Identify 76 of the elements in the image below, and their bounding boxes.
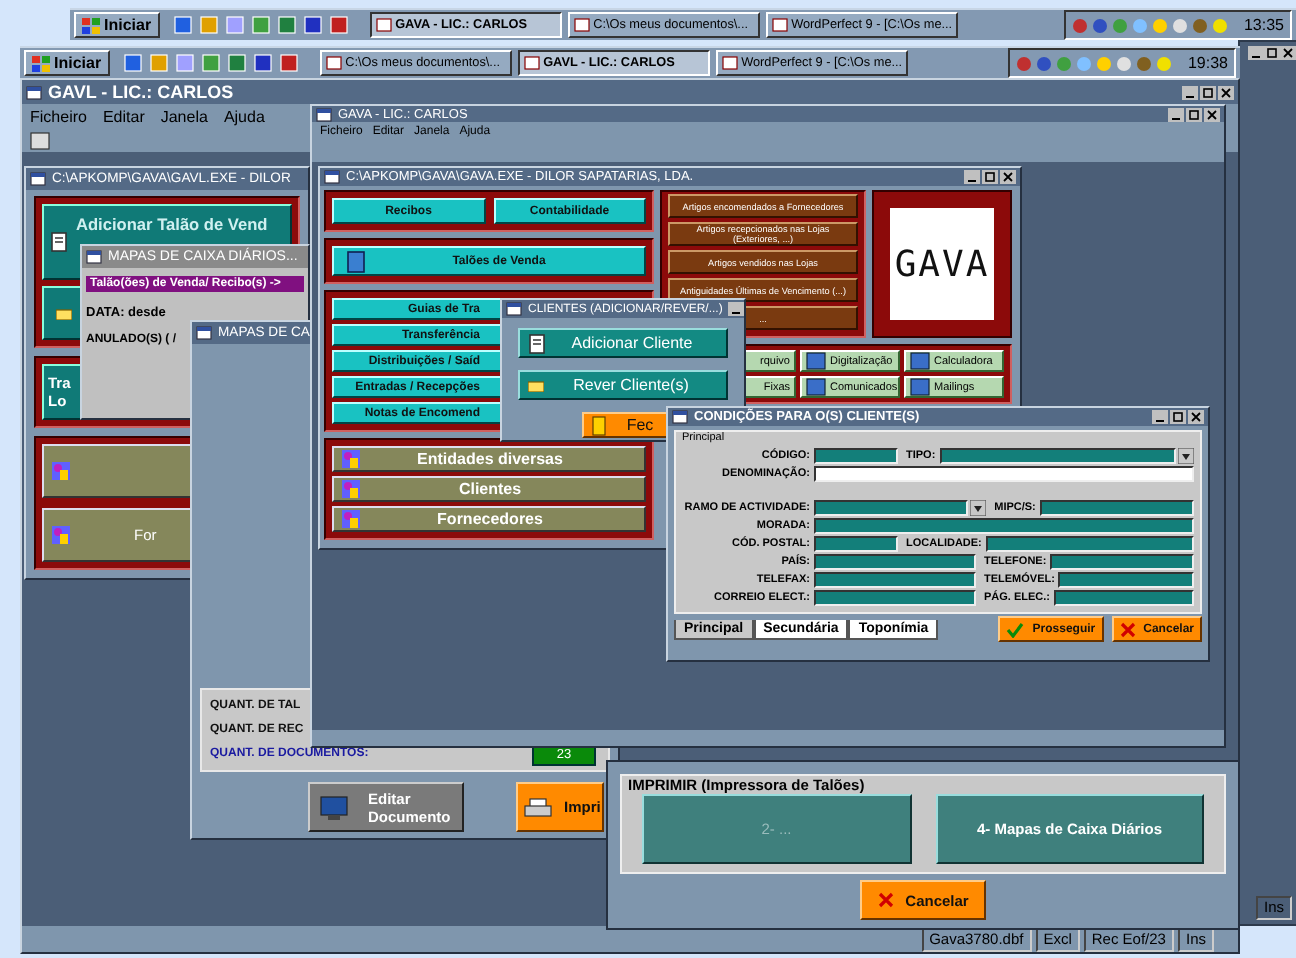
- input-field[interactable]: [814, 518, 1194, 534]
- minimize-button[interactable]: [1152, 410, 1168, 424]
- menu-item[interactable]: Ajuda: [223, 107, 265, 125]
- window-icon: [672, 410, 688, 424]
- close-button[interactable]: [1000, 170, 1016, 184]
- app-icon: [771, 18, 788, 32]
- document-icon: [50, 232, 68, 252]
- dropdown-button[interactable]: [1178, 448, 1194, 464]
- document-icon: [528, 333, 546, 353]
- menu-item[interactable]: Janela: [160, 107, 208, 125]
- app-icon: [325, 56, 342, 70]
- folder-icon: [528, 379, 544, 391]
- minimize-button[interactable]: [964, 170, 980, 184]
- menu-button[interactable]: Fornecedores: [332, 506, 646, 532]
- input-field[interactable]: [939, 448, 1176, 464]
- app-icon: [375, 18, 392, 32]
- people-icon: [342, 510, 360, 528]
- maximize-button[interactable]: [1264, 46, 1280, 60]
- input-field[interactable]: [1058, 572, 1194, 588]
- input-field[interactable]: [814, 466, 1194, 482]
- menu-item[interactable]: Editar: [102, 107, 145, 125]
- input-field[interactable]: [814, 572, 976, 588]
- window-icon: [324, 170, 340, 184]
- people-icon: [342, 480, 360, 498]
- minimize-button[interactable]: [728, 302, 744, 316]
- minimize-button[interactable]: [1182, 85, 1198, 99]
- window-title: GAVL - LIC.: CARLOS: [48, 82, 234, 102]
- minimize-button[interactable]: [1168, 107, 1184, 121]
- folder-icon: [56, 307, 72, 319]
- maximize-button[interactable]: [1170, 410, 1186, 424]
- window-icon: [26, 85, 42, 99]
- maximize-button[interactable]: [982, 170, 998, 184]
- minimize-button[interactable]: [1248, 46, 1264, 60]
- input-field[interactable]: [1050, 554, 1194, 570]
- add-client-button[interactable]: Adicionar Cliente: [518, 328, 728, 358]
- input-field[interactable]: [985, 536, 1194, 552]
- input-field[interactable]: [1054, 590, 1194, 606]
- window-icon: [316, 107, 332, 121]
- logo-text: GAVA: [890, 208, 994, 320]
- close-button[interactable]: [1218, 85, 1234, 99]
- monitor-icon: [320, 795, 348, 819]
- app-icon: [523, 56, 540, 70]
- window-icon: [86, 250, 102, 264]
- book-icon: [346, 249, 366, 273]
- input-field[interactable]: [814, 536, 898, 552]
- window-icon: [196, 326, 212, 340]
- close-button[interactable]: [1280, 46, 1296, 60]
- people-icon: [52, 526, 70, 544]
- windows-logo-icon: [32, 55, 50, 71]
- window-icon: [506, 302, 522, 316]
- close-button[interactable]: [1204, 107, 1220, 121]
- app-icon: [721, 56, 738, 70]
- menu-item[interactable]: Ficheiro: [30, 107, 87, 125]
- menu-button[interactable]: Clientes: [332, 476, 646, 502]
- window-icon: [30, 172, 46, 186]
- windows-logo-icon: [82, 17, 100, 33]
- door-icon: [592, 415, 607, 435]
- dropdown-button[interactable]: [970, 500, 987, 516]
- input-field[interactable]: [814, 554, 976, 570]
- close-button[interactable]: [1188, 410, 1204, 424]
- clock: 13:35: [1243, 16, 1284, 34]
- app-icon: [573, 18, 590, 32]
- input-field[interactable]: [1039, 500, 1194, 516]
- x-icon: [1119, 621, 1136, 637]
- input-field[interactable]: [814, 590, 976, 606]
- check-icon: [1006, 621, 1025, 637]
- menu-button[interactable]: Entidades diversas: [332, 446, 646, 472]
- start-button[interactable]: Iniciar: [24, 50, 110, 76]
- input-field[interactable]: [814, 448, 898, 464]
- people-icon: [342, 450, 360, 468]
- clock: 19:38: [1187, 54, 1228, 72]
- start-button[interactable]: Iniciar: [74, 12, 160, 38]
- review-clients-button[interactable]: Rever Cliente(s): [518, 370, 728, 400]
- input-field[interactable]: [814, 500, 969, 516]
- people-icon: [52, 462, 70, 480]
- x-icon: [877, 892, 894, 908]
